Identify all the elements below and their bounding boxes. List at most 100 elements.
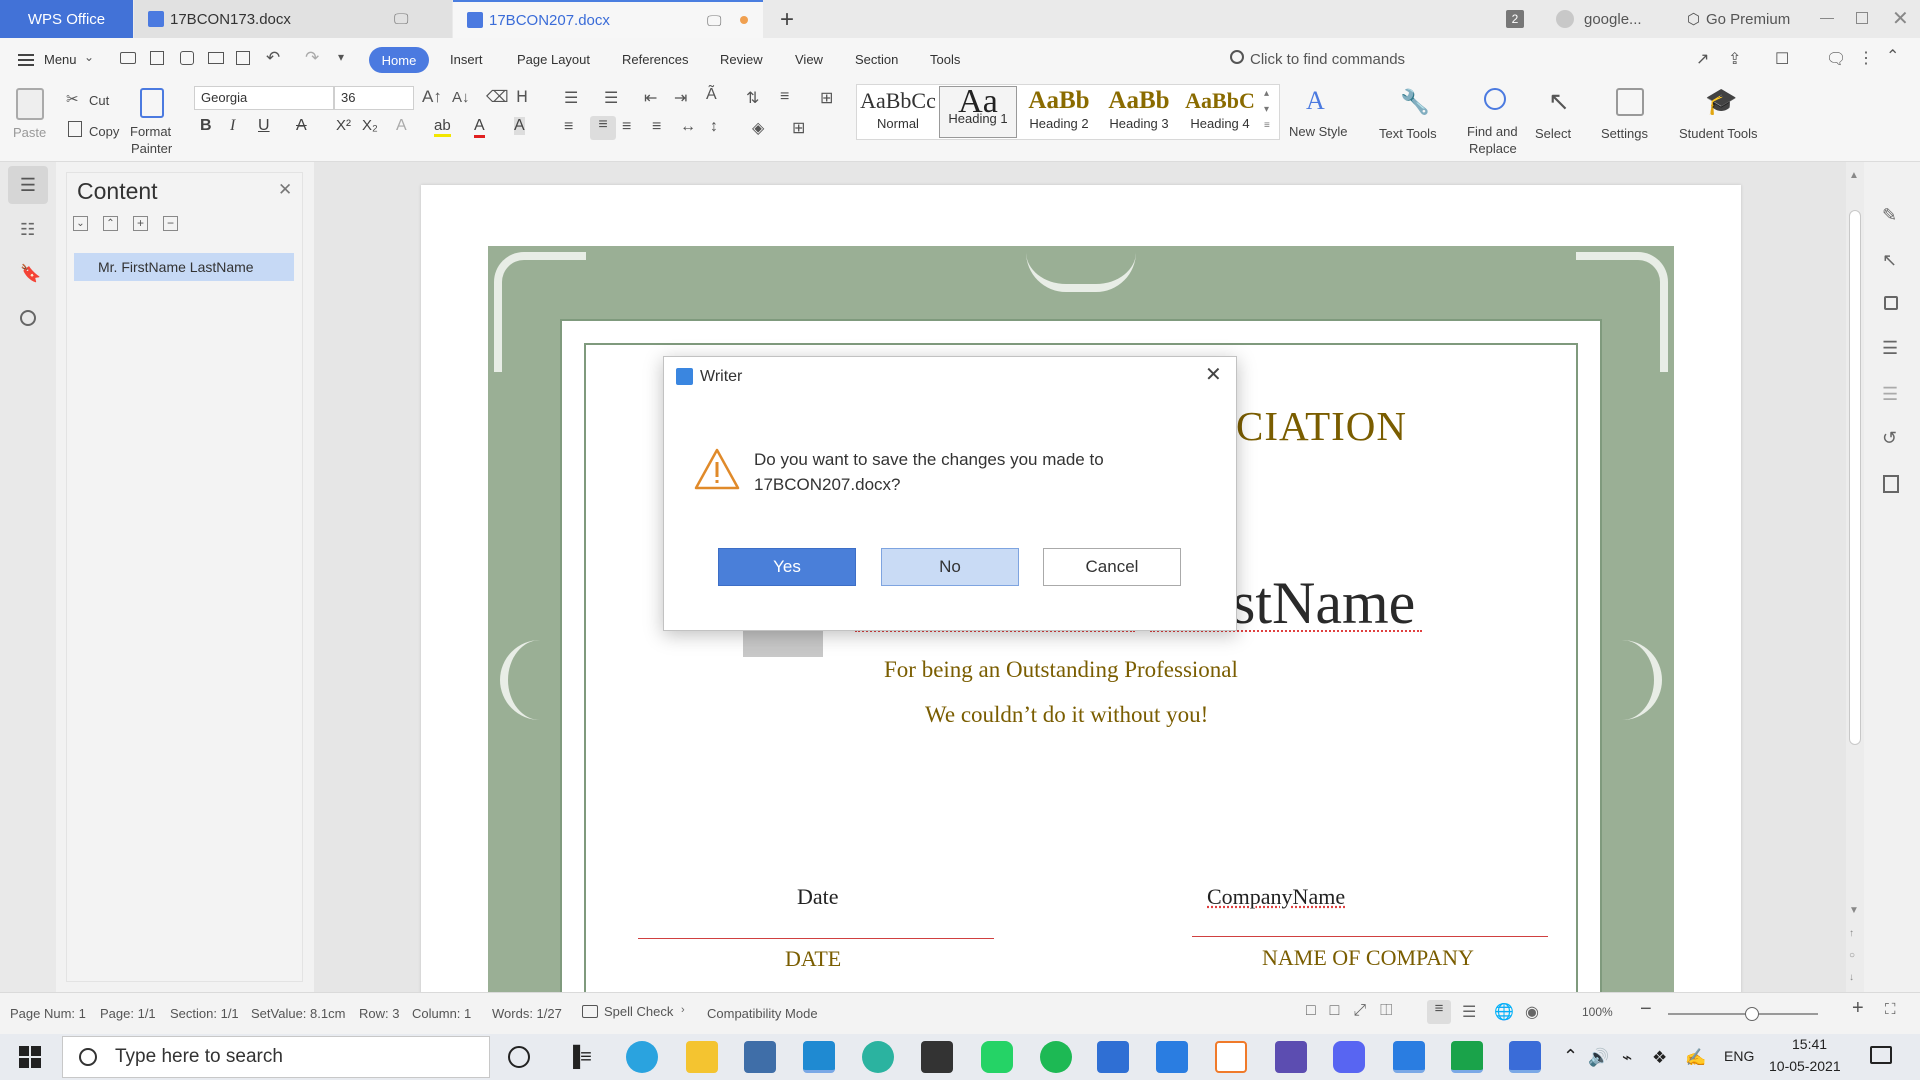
pen-tray-icon[interactable]: ✍ — [1685, 1048, 1706, 1068]
find-replace-icon[interactable] — [1484, 88, 1506, 110]
superscript-icon[interactable]: X² — [336, 117, 351, 134]
paste-icon[interactable] — [16, 88, 44, 120]
style-heading-3[interactable]: AaBb Heading 3 — [1100, 86, 1178, 138]
line-spacing-icon[interactable]: ≡ — [780, 88, 789, 106]
status-column[interactable]: Column: 1 — [412, 1006, 471, 1021]
subscript-icon[interactable]: X₂ — [362, 117, 378, 134]
app-robot-icon[interactable] — [1275, 1041, 1307, 1073]
tab-section[interactable]: Section — [855, 52, 898, 67]
lock-icon[interactable] — [1884, 296, 1898, 310]
sort-icon[interactable]: ⇅ — [746, 88, 759, 108]
close-panel-icon[interactable]: ✕ — [278, 180, 292, 200]
copy-button[interactable]: Copy — [89, 124, 119, 139]
cursor-icon[interactable]: ↖ — [1882, 250, 1897, 271]
status-row[interactable]: Row: 3 — [359, 1006, 399, 1021]
close-window-icon[interactable]: ✕ — [1892, 6, 1909, 31]
underline-icon[interactable]: U — [258, 117, 270, 135]
whatsapp-icon[interactable] — [981, 1041, 1013, 1073]
decrease-indent-icon[interactable]: ⇤ — [644, 88, 657, 108]
align-left-icon[interactable]: ≡ — [564, 118, 573, 136]
recipient-name[interactable]: stName — [1232, 569, 1415, 638]
app-s2-icon[interactable] — [1393, 1041, 1425, 1073]
redo-icon[interactable]: ↷ — [305, 48, 319, 68]
restore-icon[interactable] — [1856, 12, 1868, 24]
virtualbox-icon[interactable] — [744, 1041, 776, 1073]
next-page-icon[interactable]: ↓ — [1849, 972, 1854, 983]
tray-chevron-icon[interactable]: ⌃ — [1563, 1046, 1578, 1067]
highlight-icon[interactable]: ab — [434, 117, 451, 137]
status-setvalue[interactable]: SetValue: 8.1cm — [251, 1006, 345, 1021]
scroll-up-icon[interactable]: ▲ — [1849, 170, 1859, 181]
justify-icon[interactable]: ≡ — [652, 118, 661, 136]
comment-icon[interactable]: 🗨 — [1826, 49, 1846, 69]
new-tab-icon[interactable]: + — [780, 6, 794, 34]
copy-icon[interactable] — [68, 121, 82, 137]
certificate-line-1[interactable]: For being an Outstanding Professional — [884, 657, 1238, 683]
save-as-icon[interactable] — [180, 51, 194, 65]
font-size-select[interactable]: 36 — [334, 86, 414, 110]
print-preview-icon[interactable] — [236, 51, 250, 65]
clock-date[interactable]: 10-05-2021 — [1769, 1058, 1841, 1074]
settings-button[interactable]: Settings — [1601, 126, 1648, 141]
menu-button[interactable]: Menu — [44, 52, 77, 67]
outline-view-icon[interactable]: ☰ — [1462, 1002, 1476, 1022]
cortana-icon[interactable] — [508, 1046, 530, 1068]
text-outline-icon[interactable]: A — [396, 117, 407, 135]
styles-scroll-icon[interactable]: ▴ ▾ ≡ — [1264, 86, 1270, 134]
style-heading-4[interactable]: AaBbC Heading 4 — [1180, 86, 1260, 138]
eye-protection-icon[interactable]: ◉ — [1525, 1002, 1539, 1022]
tab-view[interactable]: View — [795, 52, 823, 67]
tab-insert[interactable]: Insert — [450, 52, 483, 67]
chevron-down-icon[interactable]: ⌄ — [84, 50, 94, 64]
browse-object-icon[interactable]: ○ — [1849, 950, 1855, 961]
company-label[interactable]: CompanyName — [1207, 884, 1345, 910]
paste-label[interactable]: Paste — [13, 125, 46, 140]
tab-tools[interactable]: Tools — [930, 52, 960, 67]
numbering-icon[interactable]: ☰ — [604, 88, 618, 108]
text-tools-icon[interactable]: 🔧 — [1400, 88, 1430, 117]
tab-home[interactable]: Home — [369, 47, 429, 73]
bookmark-icon[interactable]: 🔖 — [20, 264, 41, 284]
zoom-level[interactable]: 100% — [1582, 1005, 1613, 1019]
date-value[interactable]: DATE — [785, 946, 841, 972]
date-label[interactable]: Date — [797, 884, 839, 910]
text-effect-icon[interactable]: 𝖧 — [516, 87, 528, 107]
zoom-slider-thumb[interactable] — [1745, 1007, 1759, 1021]
cut-icon[interactable]: ✂ — [66, 90, 79, 108]
certificate-line-2[interactable]: We couldn’t do it without you! — [925, 702, 1208, 728]
customize-toolbar-icon[interactable]: ▾ — [338, 50, 344, 64]
wps-office-tab[interactable]: WPS Office — [0, 0, 133, 38]
nav-item-firstname-lastname[interactable]: Mr. FirstName LastName — [74, 253, 294, 281]
status-section[interactable]: Section: 1/1 — [170, 1006, 239, 1021]
distributed-icon[interactable]: ↔ — [680, 118, 696, 136]
certificate-heading[interactable]: CIATION — [1236, 402, 1407, 450]
window-count-badge[interactable]: 2 — [1506, 10, 1524, 28]
spotify-icon[interactable] — [1040, 1041, 1072, 1073]
new-style-icon[interactable]: A — [1306, 86, 1325, 116]
style-heading-2[interactable]: AaBb Heading 2 — [1020, 86, 1098, 138]
remove-heading-icon[interactable]: − — [163, 216, 178, 231]
select-icon[interactable]: ↖ — [1548, 86, 1570, 117]
dialog-close-icon[interactable]: ✕ — [1205, 362, 1222, 387]
shrink-font-icon[interactable]: A↓ — [452, 89, 470, 106]
open-file-icon[interactable] — [120, 52, 136, 64]
chevron-right-icon[interactable]: › — [681, 1004, 685, 1016]
format-painter-icon[interactable] — [140, 88, 164, 118]
zoom-slider[interactable] — [1668, 1013, 1818, 1015]
grow-font-icon[interactable]: A↑ — [422, 87, 442, 107]
telegram-icon[interactable] — [626, 1041, 658, 1073]
hamburger-icon[interactable] — [18, 54, 34, 66]
table-icon[interactable]: ⊞ — [820, 88, 833, 108]
paragraph-spacing-icon[interactable]: ↕ — [710, 118, 718, 136]
find-replace-label[interactable]: Replace — [1469, 141, 1517, 156]
language-indicator[interactable]: ENG — [1724, 1048, 1754, 1064]
italic-icon[interactable]: I — [230, 117, 235, 135]
wps-writer-icon[interactable] — [1509, 1041, 1541, 1073]
windows-start-icon[interactable] — [19, 1046, 41, 1068]
align-right-icon[interactable]: ≡ — [622, 118, 631, 136]
prev-page-icon[interactable]: ↑ — [1849, 928, 1854, 939]
increase-indent-icon[interactable]: ⇥ — [674, 88, 687, 108]
style-heading-1[interactable]: Aa Heading 1 — [939, 85, 1017, 138]
vscode-icon[interactable] — [803, 1041, 835, 1073]
style-normal[interactable]: AaBbCc Normal — [860, 86, 936, 138]
